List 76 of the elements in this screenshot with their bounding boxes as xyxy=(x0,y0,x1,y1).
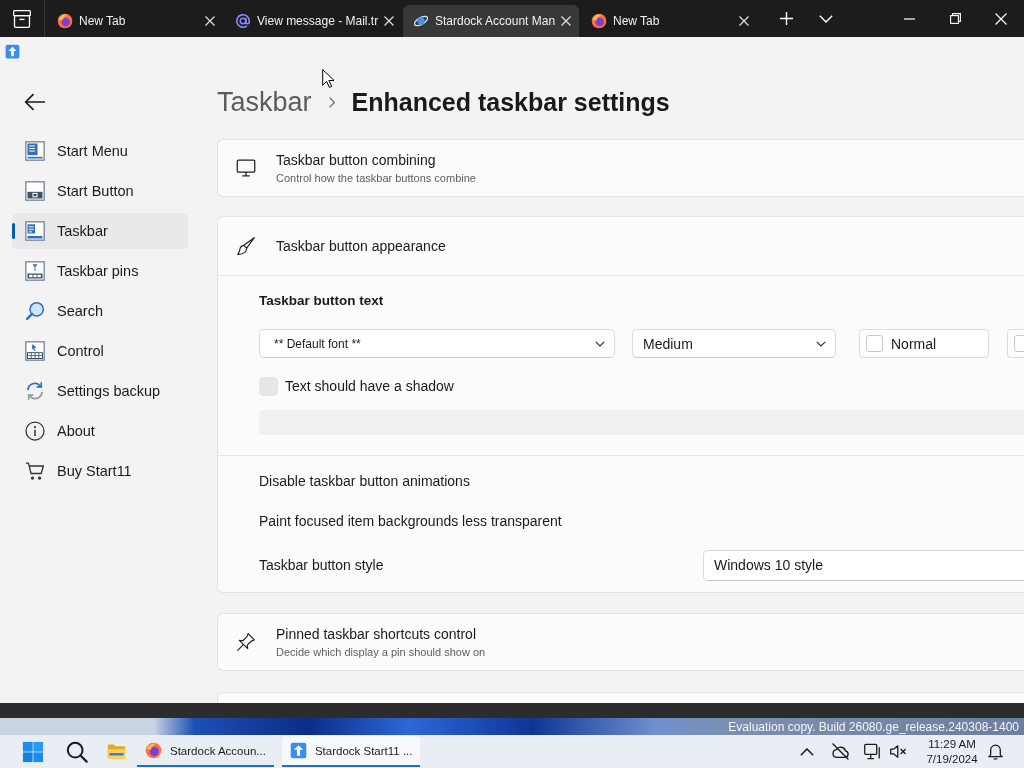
sidebar-item[interactable]: Control xyxy=(12,333,188,369)
keyboard-window-icon xyxy=(25,341,45,361)
flame-orb-icon xyxy=(145,742,162,759)
search-icon[interactable] xyxy=(66,740,88,763)
card-title: Taskbar button combining xyxy=(276,152,437,168)
sidebar-item[interactable]: Taskbar xyxy=(12,213,188,249)
sidebar-item[interactable]: Taskbar pins xyxy=(12,253,188,289)
sidebar-item[interactable]: About xyxy=(12,413,188,449)
back-arrow-icon[interactable] xyxy=(24,93,46,111)
style-toggle[interactable]: Normal xyxy=(859,329,989,358)
taskbar-app-button[interactable]: Stardock Start11 ... xyxy=(281,736,421,767)
section-heading: Taskbar button text xyxy=(259,293,385,309)
chevron-right-icon xyxy=(328,96,335,108)
flame-orb-icon xyxy=(57,13,73,29)
option-label: Disable taskbar button animations xyxy=(259,473,470,489)
clock[interactable]: 11:29 AM 7/19/2024 xyxy=(921,736,983,767)
brush-icon xyxy=(236,236,256,256)
chevron-up-icon[interactable] xyxy=(800,747,814,756)
close-icon[interactable] xyxy=(205,16,215,26)
flame-orb-icon xyxy=(591,13,607,29)
card-title: Taskbar button appearance xyxy=(276,238,446,254)
menu-window-icon xyxy=(25,141,45,161)
card-title: Pinned taskbar shortcuts control xyxy=(276,626,477,642)
monitor-icon[interactable] xyxy=(864,743,881,760)
chevron-down-icon[interactable] xyxy=(819,14,833,23)
browser-tab[interactable]: New Tab xyxy=(581,5,757,37)
option-label: Paint focused item backgrounds less transparent xyxy=(259,513,562,529)
cloud-off-icon[interactable] xyxy=(831,742,850,761)
sidebar-item[interactable]: Start Menu xyxy=(12,133,188,169)
size-dropdown[interactable]: Medium xyxy=(632,329,836,358)
style-toggle[interactable] xyxy=(1007,329,1024,358)
sidebar-item[interactable]: Search xyxy=(12,293,188,329)
checkbox-label: Text should have a shadow xyxy=(285,378,454,394)
card-description: Control how the taskbar buttons combine xyxy=(276,172,476,184)
font-dropdown[interactable]: ** Default font ** xyxy=(259,329,615,358)
start-icon[interactable] xyxy=(22,740,44,763)
pin-bar-window-icon xyxy=(25,261,45,281)
chevron-down-icon xyxy=(595,340,605,347)
taskbar-window-icon xyxy=(25,221,45,241)
chevron-down-icon xyxy=(816,340,826,347)
sidebar-item[interactable]: Settings backup xyxy=(12,373,188,409)
restore-icon[interactable] xyxy=(949,13,961,24)
folder-icon[interactable] xyxy=(107,742,126,761)
plus-icon[interactable] xyxy=(779,12,793,25)
at-sign-icon xyxy=(235,13,251,29)
monitor-icon xyxy=(236,158,256,178)
arrow-tile-icon xyxy=(5,44,20,59)
minimize-icon[interactable] xyxy=(903,17,915,20)
close-icon[interactable] xyxy=(384,16,395,26)
checkbox[interactable] xyxy=(866,335,883,352)
card-description: Decide which display a pin should show on xyxy=(276,646,486,658)
browser-tab[interactable]: New Tab xyxy=(47,5,223,37)
search-icon xyxy=(25,301,45,321)
close-icon[interactable] xyxy=(739,16,749,26)
arrow-tile-icon xyxy=(289,742,307,759)
browser-tab[interactable]: Stardock Account Man xyxy=(403,5,579,37)
cart-icon xyxy=(25,461,45,481)
close-icon[interactable] xyxy=(561,16,572,26)
button-window-icon xyxy=(25,181,45,201)
option-label: Taskbar button style xyxy=(259,557,384,573)
style-dropdown[interactable]: Windows 10 style xyxy=(703,549,1024,581)
mouse-pointer-icon xyxy=(322,69,334,88)
evaluation-notice: Evaluation copy. Build 26080.ge_release.240308-1400 xyxy=(728,719,1019,734)
bell-icon[interactable] xyxy=(988,743,1003,760)
browser-tab[interactable]: View message - Mail.tr xyxy=(225,5,401,37)
breadcrumb-link[interactable]: Taskbar xyxy=(217,86,312,118)
orbit-icon xyxy=(413,13,429,29)
sidebar-item[interactable]: Start Button xyxy=(12,173,188,209)
sync-arrows-icon xyxy=(25,381,45,401)
page-title: Enhanced taskbar settings xyxy=(351,87,670,117)
taskbar-app-button[interactable]: Stardock Accoun... xyxy=(137,736,274,767)
info-icon xyxy=(25,421,45,441)
sidebar-item[interactable]: Buy Start11 xyxy=(12,453,188,489)
pin-icon xyxy=(236,632,256,652)
archive-box-icon[interactable] xyxy=(12,8,32,29)
speaker-muted-icon[interactable] xyxy=(890,743,907,760)
